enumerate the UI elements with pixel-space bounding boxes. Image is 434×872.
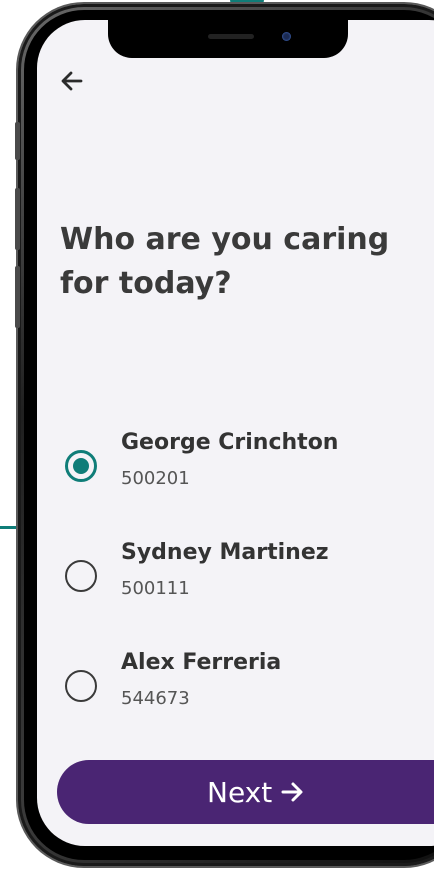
radio-unselected-icon[interactable] (65, 670, 97, 702)
arrow-left-icon (61, 71, 83, 91)
phone-volume-up-button (15, 188, 20, 250)
device-stage: Who are you caring for today? George Cri… (0, 0, 434, 872)
patient-name: Sydney Martinez (121, 540, 329, 565)
patient-id: 500111 (121, 578, 190, 599)
front-camera (282, 32, 291, 41)
patient-name: Alex Ferreria (121, 650, 282, 675)
next-button-content: Next (207, 760, 304, 824)
patient-id: 500201 (121, 468, 190, 489)
radio-unselected-icon[interactable] (65, 560, 97, 592)
radio-selected-icon[interactable] (65, 450, 97, 482)
phone-notch (108, 20, 348, 58)
patient-option-sydney-martinez[interactable]: Sydney Martinez 500111 (65, 540, 425, 620)
patient-id: 544673 (121, 688, 190, 709)
next-button[interactable]: Next (57, 760, 434, 824)
phone-volume-down-button (15, 266, 20, 328)
next-button-label: Next (207, 775, 273, 809)
arrow-right-icon (281, 782, 303, 802)
patient-option-alex-ferreria[interactable]: Alex Ferreria 544673 (65, 650, 425, 730)
phone-mute-switch (15, 122, 20, 160)
patient-option-george-crinchton[interactable]: George Crinchton 500201 (65, 430, 425, 510)
back-button[interactable] (55, 64, 89, 98)
page-title: Who are you caring for today? (60, 222, 390, 301)
patient-name: George Crinchton (121, 430, 339, 455)
app-screen: Who are you caring for today? George Cri… (37, 20, 434, 846)
speaker-grille (208, 34, 254, 39)
